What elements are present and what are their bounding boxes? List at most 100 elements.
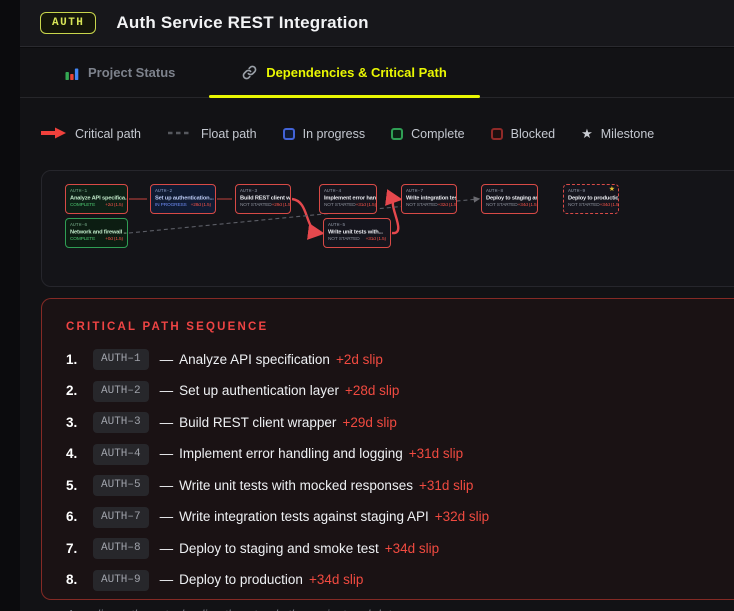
task-name: Implement error handling and logging (179, 446, 403, 461)
main-panel: Critical path Float path In progress Comple… (20, 98, 734, 611)
task-name: Build REST client wrapper (179, 414, 337, 430)
task-name: Deploy to production (179, 572, 303, 587)
task-node-name: Set up authentication... (155, 195, 214, 202)
legend-item-float-path: Float path (167, 127, 257, 142)
task-node-slip: +0d (1.5) (105, 237, 123, 242)
legend: Critical path Float path In progress Comple… (41, 125, 654, 143)
separator-dash: — (159, 351, 174, 367)
task-node-slip: +29d (1.5) (271, 203, 291, 208)
task-node-name: Network and firewall ... (70, 229, 128, 236)
task-node-status-row: NOT STARTED +31d (1.5) (328, 237, 386, 243)
sequence-item-number: 6. (66, 509, 78, 524)
task-node-id: AUTH-8 (486, 188, 504, 194)
task-name: Set up authentication layer (179, 383, 339, 398)
sequence-item: 1. AUTH–1 — Analyze API specification +2d sl… (66, 349, 719, 370)
task-node-status-row: NOT STARTED +34d (1.5) (568, 203, 618, 209)
task-node-id: AUTH-6 (70, 222, 88, 228)
sequence-item-number: 3. (66, 414, 78, 430)
task-name: Deploy to staging and smoke test (179, 540, 379, 556)
task-node-id: AUTH-7 (406, 188, 424, 194)
sequence-item-number: 1. (66, 351, 78, 367)
task-id-badge: AUTH–7 (93, 506, 149, 528)
legend-label: Blocked (510, 127, 556, 141)
legend-label: Milestone (600, 127, 655, 141)
legend-item-in-progress: In progress (282, 127, 366, 141)
tab-dependencies-critical-path[interactable]: Dependencies & Critical Path (209, 48, 480, 97)
sequence-item: 2. AUTH–2 — Set up authentication layer +28d… (66, 380, 719, 402)
task-node-status: COMPLETE (70, 237, 96, 242)
task-node-slip: +28d (1.5) (190, 203, 212, 208)
project-key-badge: AUTH (40, 12, 97, 34)
task-id-badge: AUTH–3 (93, 412, 149, 433)
slip-label: +2d slip (335, 351, 383, 367)
task-node-status: NOT STARTED (324, 203, 356, 208)
task-node-slip: +31d (1.5) (365, 237, 387, 242)
task-node-auth-3[interactable]: AUTH-3Build REST client wra...NOT STARTE… (235, 184, 291, 214)
sequence-title: CRITICAL PATH SEQUENCE (66, 321, 269, 333)
sequence-item: 4. AUTH–4 — Implement error handling and lo… (66, 443, 719, 465)
legend-item-milestone: ★ Milestone (581, 127, 654, 141)
task-node-auth-4[interactable]: AUTH-4Implement error handl...NOT STARTE… (319, 184, 377, 214)
task-node-name: Deploy to production (568, 195, 619, 202)
task-node-auth-9[interactable]: AUTH-9 Deploy to production NOT STARTED +34… (563, 184, 619, 214)
task-node-status-row: COMPLETE +0d (1.5) (70, 237, 123, 243)
header: AUTH Auth Service REST Integration (20, 0, 734, 47)
blocked-swatch (490, 128, 503, 140)
task-node-name: Build REST client wra... (240, 195, 291, 202)
sequence-item: 8. AUTH–9 — Deploy to production +34d slip (66, 569, 719, 591)
sequence-item-number: 2. (66, 383, 78, 398)
sequence-item: 7. AUTH–8 — Deploy to staging and smoke tes… (66, 538, 719, 559)
slip-label: +34d slip (308, 572, 364, 587)
task-node-id: AUTH-4 (324, 188, 342, 194)
milestone-star-icon: ★ (608, 186, 615, 193)
separator-dash: — (159, 383, 174, 398)
separator-dash: — (159, 414, 174, 430)
slip-label: +28d slip (344, 383, 400, 398)
task-node-auth-7[interactable]: AUTH-7 Write integration tes... NOT STARTE… (401, 184, 457, 214)
task-node-status: NOT STARTED (328, 237, 360, 242)
task-node-status: NOT STARTED (240, 203, 272, 208)
task-node-status: NOT STARTED (486, 203, 518, 208)
task-node-name: Deploy to staging and... (486, 195, 537, 202)
critical-path-icon (41, 127, 67, 142)
task-node-name: Write integration tes... (406, 195, 457, 202)
task-id-badge: AUTH–8 (93, 538, 149, 559)
app-window: AUTH Auth Service REST Integration Proje… (0, 0, 734, 611)
task-node-slip: +34d (1.5) (517, 203, 538, 208)
task-node-slip: +2d (1.5) (105, 203, 123, 208)
task-node-auth-6[interactable]: AUTH-6 Network and firewall ... COMPLETE +0… (65, 218, 128, 248)
dependency-graph-canvas[interactable]: AUTH-1 Analyze API specifica... COMPLETE +2… (41, 170, 734, 287)
task-id-badge: AUTH–4 (93, 443, 149, 465)
task-node-status-row: IN PROGRESS +28d (1.5) (155, 203, 211, 209)
bar-chart-icon (65, 66, 79, 80)
connector-auth-5-auth-7 (385, 189, 403, 235)
task-node-slip: +31d (1.5) (355, 203, 377, 208)
task-node-auth-5[interactable]: AUTH-5 Write unit tests with... NOT STARTE… (323, 218, 391, 248)
task-node-auth-8[interactable]: AUTH-8Deploy to staging and...NOT STARTE… (481, 184, 538, 214)
legend-label: Float path (201, 127, 257, 141)
page-title: Auth Service REST Integration (116, 13, 369, 32)
task-node-id: AUTH-5 (328, 222, 346, 228)
legend-label: In progress (302, 127, 366, 141)
slip-label: +31d slip (408, 446, 464, 461)
slip-label: +34d slip (384, 540, 440, 556)
in-progress-swatch (282, 128, 295, 140)
task-node-auth-2[interactable]: AUTH-2 Set up authentication... IN PROGRES… (150, 184, 216, 214)
separator-dash: — (159, 572, 174, 587)
task-id-badge: AUTH–1 (93, 349, 149, 370)
task-node-slip: +34d (1.5) (599, 203, 619, 208)
sequence-item-number: 4. (66, 446, 78, 461)
separator-dash: — (159, 540, 174, 556)
sequence-footnote: Any slip on these tasks directly extends… (66, 608, 719, 611)
task-node-status-row: NOT STARTED +31d (1.5) (324, 203, 376, 209)
task-node-status: NOT STARTED (568, 203, 600, 208)
tab-project-status[interactable]: Project Status (65, 48, 175, 97)
slip-label: +32d slip (434, 509, 490, 524)
legend-item-blocked: Blocked (490, 127, 556, 141)
task-node-status: COMPLETE (70, 203, 96, 208)
task-node-status: IN PROGRESS (155, 203, 187, 208)
legend-label: Complete (411, 127, 465, 141)
task-node-name: Implement error handl... (324, 195, 376, 202)
task-name: Write unit tests with mocked responses (179, 477, 413, 493)
task-node-auth-1[interactable]: AUTH-1 Analyze API specifica... COMPLETE +2… (65, 184, 128, 214)
